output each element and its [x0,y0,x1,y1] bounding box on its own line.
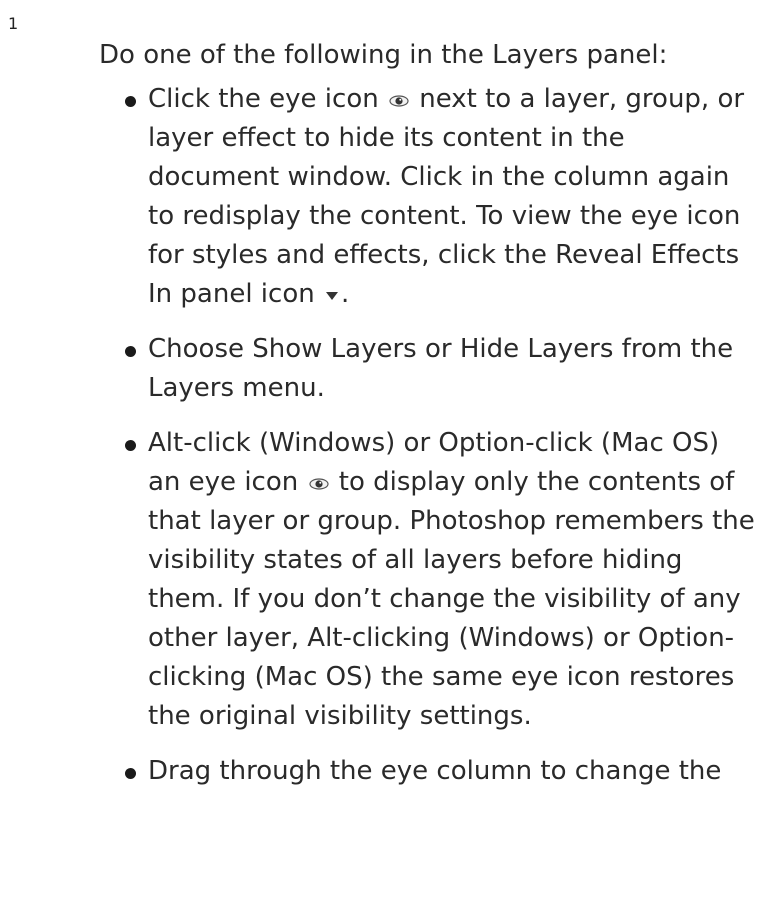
bullet-text: Drag through the eye column to change th… [148,756,722,786]
bullet-text: Choose Show Layers or Hide Layers from t… [148,334,734,403]
list-item: Drag through the eye column to change th… [118,752,758,791]
eye-icon [389,95,409,107]
bullet-text: Click the eye icon [148,84,379,114]
step-number: 1 [8,14,19,33]
bullet-text: . [340,279,350,309]
triangle-down-icon [325,292,338,300]
list-item: Alt-click (Windows) or Option-click (Mac… [118,424,758,736]
bullet-text: next to a layer, group, or layer effect … [148,84,745,309]
bullet-text: to display only the contents of that lay… [148,467,755,731]
list-item: Click the eye icon next to a layer, grou… [118,80,758,314]
intro-text: Do one of the following in the Layers pa… [99,40,668,70]
bullet-list: Click the eye icon next to a layer, grou… [118,80,758,807]
eye-icon [308,478,329,490]
list-item: Choose Show Layers or Hide Layers from t… [118,330,758,408]
